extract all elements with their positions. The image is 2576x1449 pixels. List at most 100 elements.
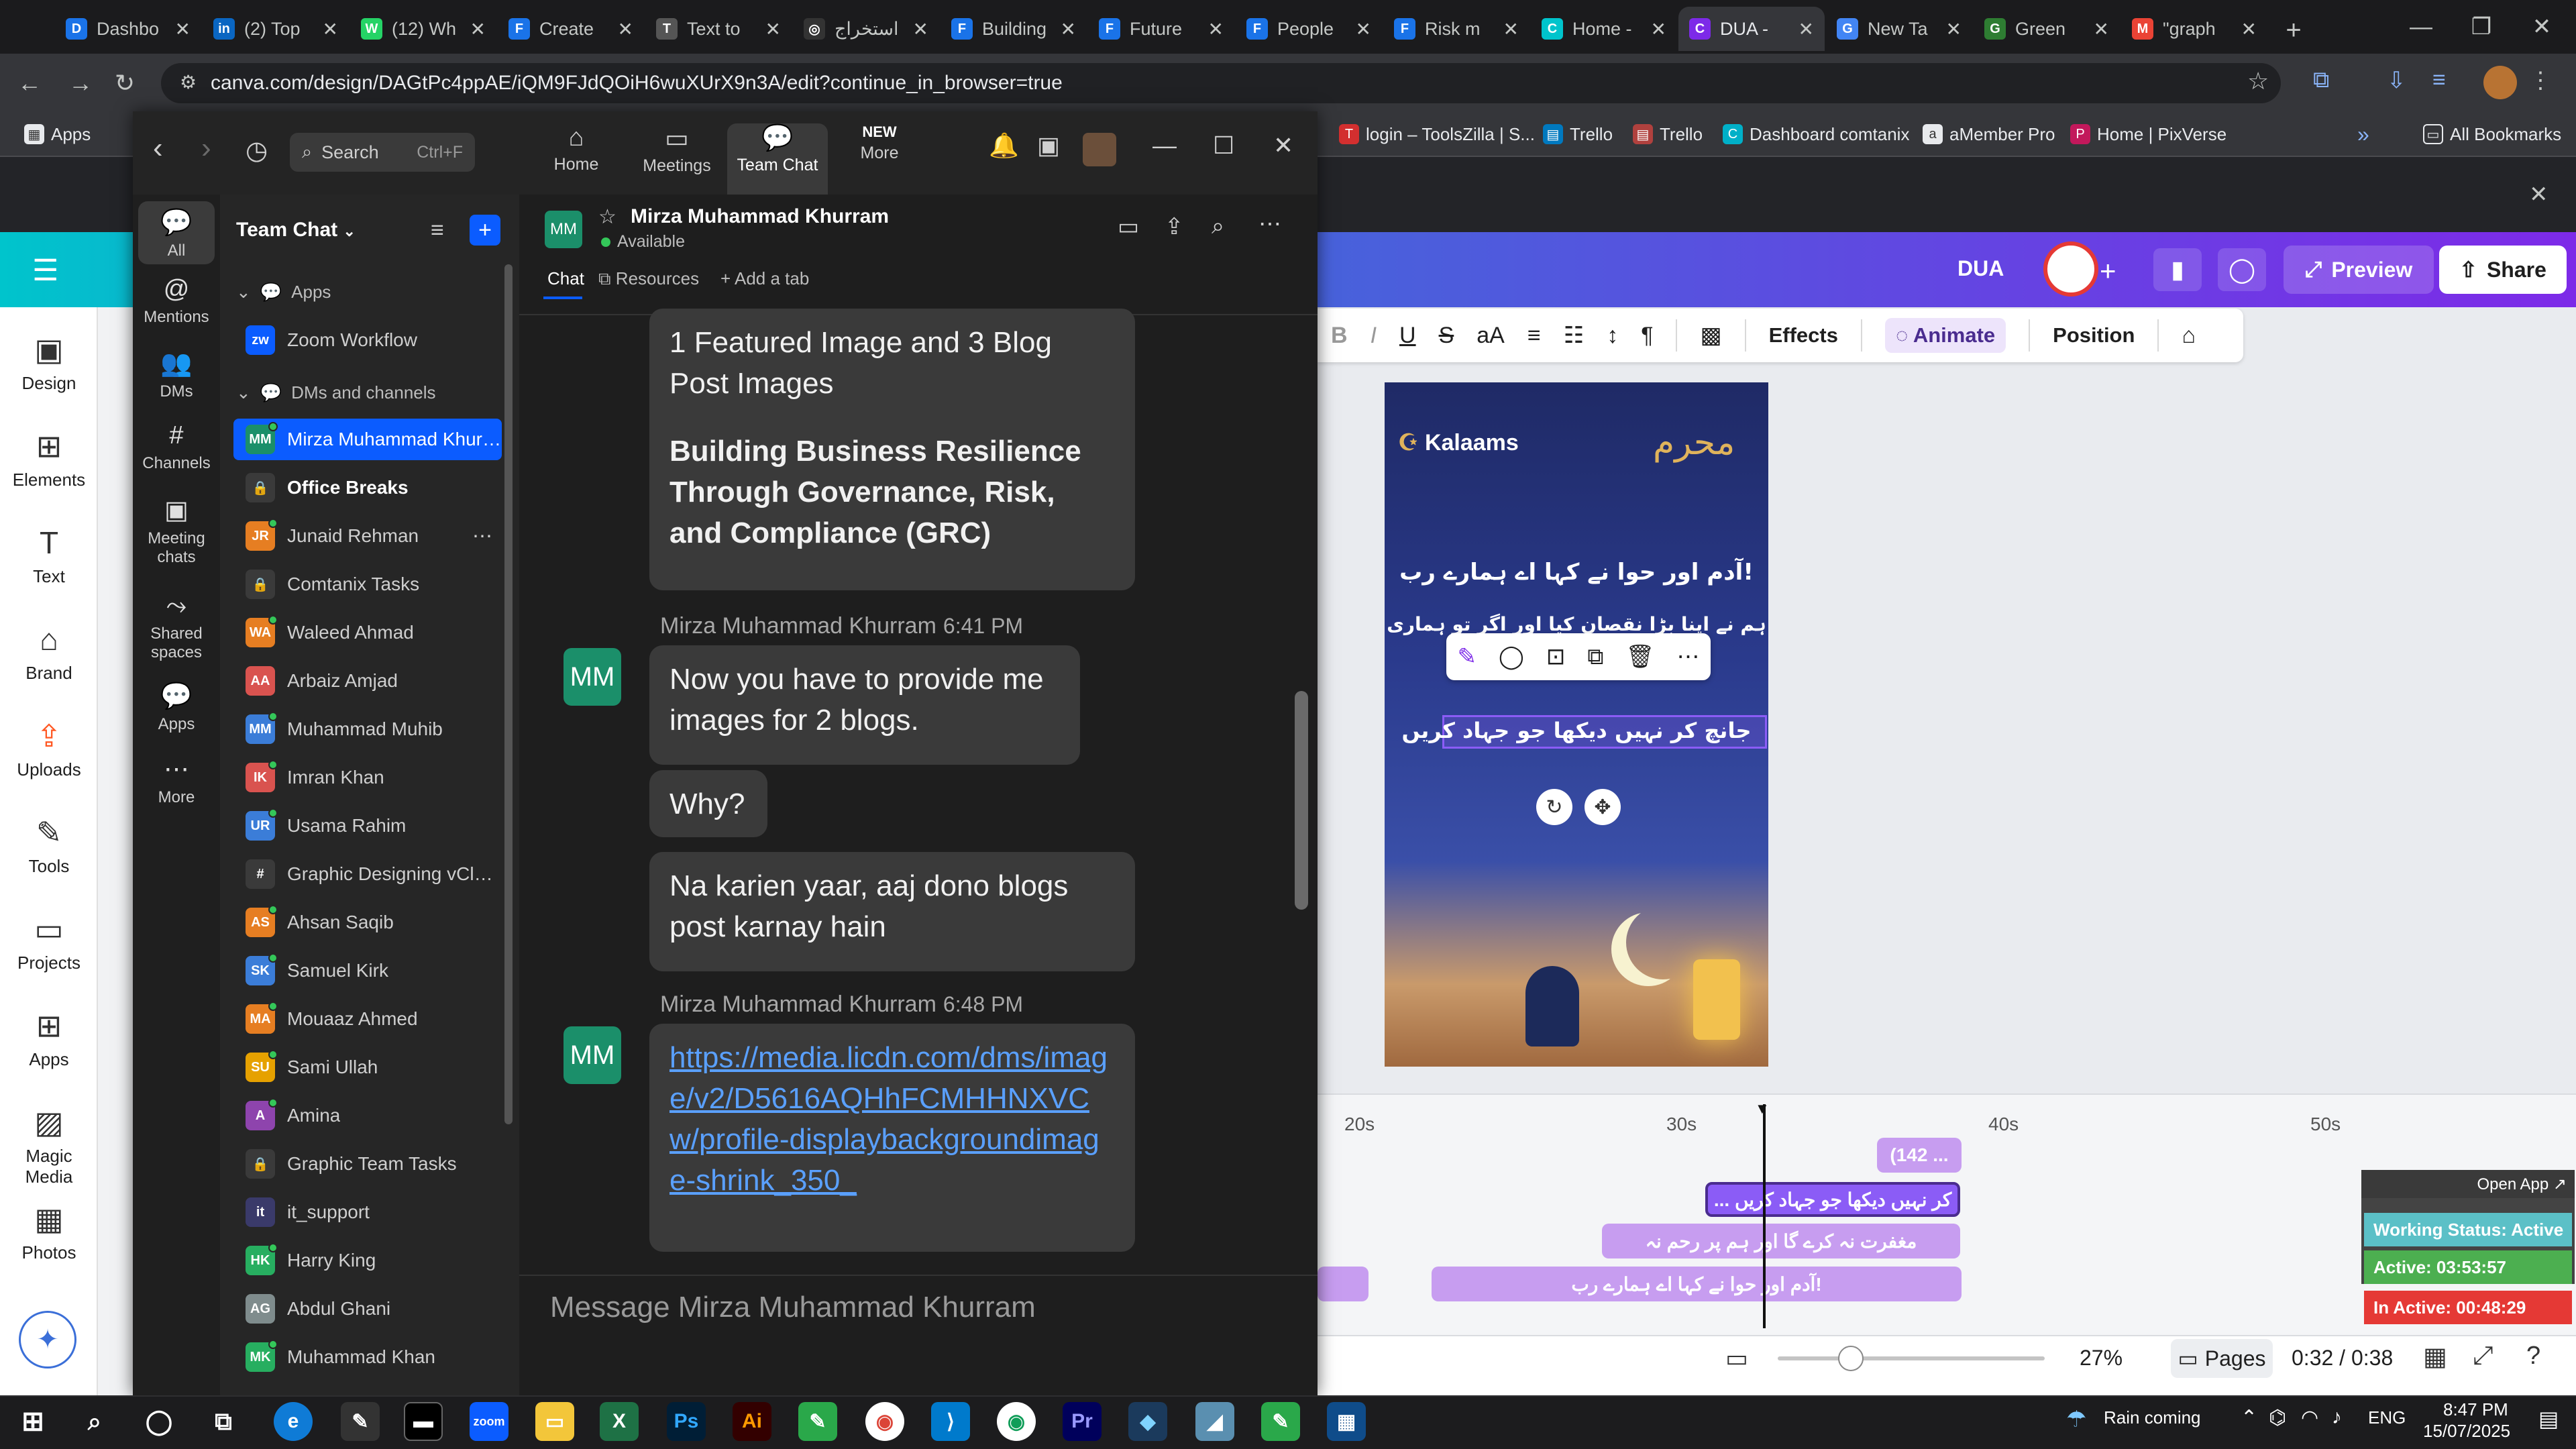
browser-tab[interactable]: F People ✕ bbox=[1236, 7, 1382, 51]
lock-icon[interactable]: ⊡ bbox=[1546, 643, 1566, 670]
close-icon[interactable]: ✕ bbox=[1946, 18, 1962, 40]
zoom-app-icon[interactable]: zoom bbox=[470, 1402, 508, 1441]
close-icon[interactable]: ✕ bbox=[2241, 18, 2257, 40]
browser-tab[interactable]: C Home - ✕ bbox=[1531, 7, 1677, 51]
chevron-up-icon[interactable]: ⌃ bbox=[2241, 1406, 2257, 1430]
list-item[interactable]: 🔒 Office Breaks bbox=[233, 467, 502, 508]
browser-tab[interactable]: F Future ✕ bbox=[1088, 7, 1234, 51]
notes-icon[interactable]: ▭ bbox=[1725, 1344, 1748, 1373]
message-bubble[interactable]: 1 Featured Image and 3 Blog Post Images … bbox=[649, 309, 1135, 590]
list-item[interactable]: SK Samuel Kirk bbox=[233, 950, 502, 991]
share-screen-icon[interactable]: ⇪ bbox=[1165, 213, 1184, 240]
trash-icon[interactable]: 🗑 bbox=[1625, 643, 1654, 670]
list-item[interactable]: MM Muhammad Muhib bbox=[233, 708, 502, 750]
spacing-icon[interactable]: ↕ bbox=[1607, 323, 1618, 349]
volume-icon[interactable]: ♪ bbox=[2332, 1406, 2342, 1429]
rail-all[interactable]: 💬 All bbox=[138, 201, 215, 264]
notifications-bell-icon[interactable]: 🔔 bbox=[989, 131, 1019, 160]
chat-scrollbar[interactable] bbox=[1295, 691, 1308, 910]
close-icon[interactable]: ✕ bbox=[618, 18, 633, 40]
photoshop-icon[interactable]: Ps bbox=[667, 1402, 706, 1441]
list-item[interactable]: WA Waleed Ahmad bbox=[233, 612, 502, 653]
bookmark-toolszilla[interactable]: Tlogin – ToolsZilla | S... bbox=[1339, 119, 1535, 149]
rotate-icon[interactable]: ↻ bbox=[1536, 789, 1572, 825]
bookmark-apps[interactable]: ▦ Apps bbox=[24, 119, 91, 149]
browser-tab[interactable]: ◎ استخراج ✕ bbox=[793, 7, 939, 51]
rail-channels[interactable]: # Channels bbox=[133, 421, 220, 473]
list-item[interactable]: MK Muhammad Khan bbox=[233, 1336, 502, 1378]
more-icon[interactable]: ⋯ bbox=[1258, 211, 1281, 237]
add-collaborator-icon[interactable]: + bbox=[2100, 255, 2116, 287]
avatar[interactable]: MM bbox=[564, 648, 621, 706]
list-scrollbar[interactable] bbox=[504, 264, 513, 1124]
pen-icon[interactable]: ✎ bbox=[341, 1402, 380, 1441]
wifi-icon[interactable]: ◠ bbox=[2301, 1406, 2318, 1430]
position-button[interactable]: Position bbox=[2053, 323, 2135, 347]
close-icon[interactable]: ✕ bbox=[1651, 18, 1666, 40]
timeline-clip[interactable] bbox=[1318, 1267, 1368, 1301]
calendar-icon[interactable]: ▣ bbox=[1037, 131, 1060, 160]
copy-style-icon[interactable]: ⌂ bbox=[2182, 323, 2196, 349]
grid-view-icon[interactable]: ▦ bbox=[2423, 1342, 2447, 1372]
rail-apps[interactable]: 💬 Apps bbox=[133, 682, 220, 734]
back-icon[interactable]: ‹ bbox=[153, 131, 163, 165]
file-explorer-icon[interactable]: ▭ bbox=[535, 1402, 574, 1441]
canva-nav-elements[interactable]: ⊞ Elements bbox=[0, 428, 98, 490]
bold-icon[interactable]: B bbox=[1331, 323, 1348, 349]
avatar[interactable] bbox=[2043, 241, 2098, 297]
more-icon[interactable]: ⋯ bbox=[1677, 643, 1700, 670]
canva-nav-design[interactable]: ▣ Design bbox=[0, 331, 98, 394]
filter-icon[interactable]: ≡ bbox=[431, 217, 444, 244]
list-item[interactable]: UR Usama Rahim bbox=[233, 805, 502, 847]
rail-dms[interactable]: 👥 DMs bbox=[133, 349, 220, 401]
notifications-icon[interactable]: ▤ bbox=[2538, 1406, 2559, 1432]
canva-nav-projects[interactable]: ▭ Projects bbox=[0, 911, 98, 973]
canva-nav-text[interactable]: T Text bbox=[0, 525, 98, 587]
browser-tab[interactable]: F Risk m ✕ bbox=[1383, 7, 1529, 51]
list-icon[interactable]: ☷ bbox=[1564, 322, 1584, 349]
app-icon[interactable]: ◢ bbox=[1195, 1402, 1234, 1441]
list-item[interactable]: MA Mouaaz Ahmed bbox=[233, 998, 502, 1040]
browser-tab[interactable]: G New Ta ✕ bbox=[1826, 7, 1972, 51]
browser-tab[interactable]: F Create ✕ bbox=[498, 7, 644, 51]
app-item[interactable]: zw Zoom Workflow bbox=[233, 319, 502, 361]
browser-tab[interactable]: in (2) Top ✕ bbox=[203, 7, 349, 51]
close-icon[interactable]: ✕ bbox=[175, 18, 191, 40]
strikethrough-icon[interactable]: S bbox=[1439, 323, 1454, 349]
underline-icon[interactable]: U bbox=[1399, 323, 1416, 349]
list-item[interactable]: it it_support bbox=[233, 1191, 502, 1233]
close-icon[interactable]: ✕ bbox=[913, 18, 928, 40]
list-item[interactable]: A Amina bbox=[233, 1095, 502, 1136]
weather-text[interactable]: Rain coming bbox=[2104, 1407, 2201, 1428]
all-bookmarks[interactable]: ▭ All Bookmarks bbox=[2423, 119, 2561, 149]
new-tab-button[interactable]: + bbox=[2277, 13, 2310, 47]
avatar[interactable]: MM bbox=[545, 211, 582, 248]
comment-icon[interactable]: ◯ bbox=[2218, 248, 2266, 291]
paragraph-icon[interactable]: ¶ bbox=[1641, 323, 1653, 349]
edge-icon[interactable]: e bbox=[274, 1402, 313, 1441]
close-icon[interactable]: ✕ bbox=[1273, 131, 1293, 160]
section-dms[interactable]: ⌄ 💬 DMs and channels bbox=[236, 382, 436, 403]
minimize-icon[interactable]: — bbox=[2391, 0, 2451, 54]
pages-button[interactable]: ▭ Pages bbox=[2171, 1339, 2273, 1378]
reading-list-icon[interactable]: ≡ bbox=[2432, 67, 2446, 93]
forward-icon[interactable]: → bbox=[64, 67, 97, 99]
canva-nav-uploads[interactable]: ⇪ Uploads bbox=[0, 718, 98, 780]
close-icon[interactable]: ✕ bbox=[765, 18, 781, 40]
magic-assistant-icon[interactable]: ✦ bbox=[19, 1311, 76, 1368]
premiere-icon[interactable]: Pr bbox=[1063, 1402, 1102, 1441]
maximize-icon[interactable]: ☐ bbox=[1213, 131, 1234, 160]
rail-more[interactable]: ⋯ More bbox=[133, 754, 220, 807]
duplicate-icon[interactable]: ⧉ bbox=[1587, 644, 1603, 670]
design-canvas[interactable]: ☪ Kalaams محرم آدم اور حوا نے کہا اے ہما… bbox=[1385, 382, 1768, 1067]
tab-more[interactable]: NEW More bbox=[829, 123, 930, 195]
align-icon[interactable]: ≡ bbox=[1527, 323, 1541, 349]
list-item[interactable]: 🔒 Graphic Team Tasks bbox=[233, 1143, 502, 1185]
list-title[interactable]: Team Chat ⌄ bbox=[236, 219, 356, 241]
add-tab-button[interactable]: + Add a tab bbox=[720, 268, 809, 289]
reload-icon[interactable]: ↻ bbox=[109, 67, 141, 99]
more-icon[interactable]: ⋯ bbox=[472, 525, 492, 548]
search-icon[interactable]: ⌕ bbox=[75, 1402, 114, 1441]
message-link[interactable]: https://media.licdn.com/dms/image/v2/D56… bbox=[669, 1041, 1108, 1197]
bookmark-trello-2[interactable]: ▤ Trello bbox=[1633, 119, 1703, 149]
